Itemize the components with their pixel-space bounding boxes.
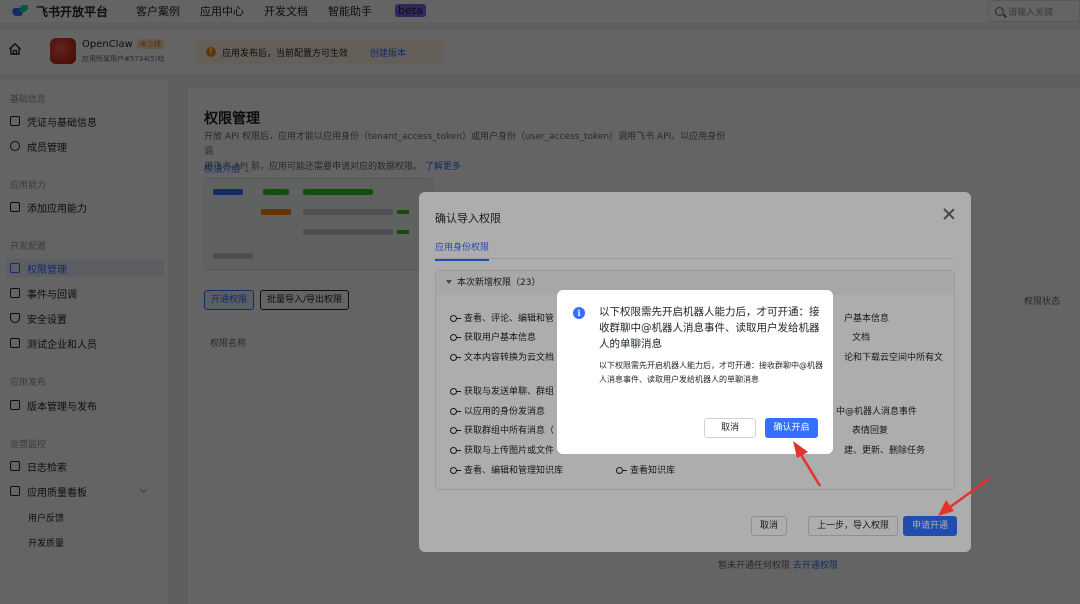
popup-cancel-button[interactable]: 取消 — [704, 418, 756, 438]
popup-overlay — [0, 0, 1080, 604]
info-icon: i — [573, 307, 585, 319]
bot-capability-confirm-popup: i 以下权限需先开启机器人能力后，才可开通：接收群聊中@机器人消息事件、读取用户… — [557, 290, 833, 454]
popup-body: 以下权限需先开启机器人能力后，才可开通：接收群聊中@机器人消息事件、读取用户发给… — [599, 361, 823, 384]
confirm-enable-button[interactable]: 确认开启 — [765, 418, 818, 438]
popup-title: 以下权限需先开启机器人能力后，才可开通：接收群聊中@机器人消息事件、读取用户发给… — [599, 306, 820, 350]
